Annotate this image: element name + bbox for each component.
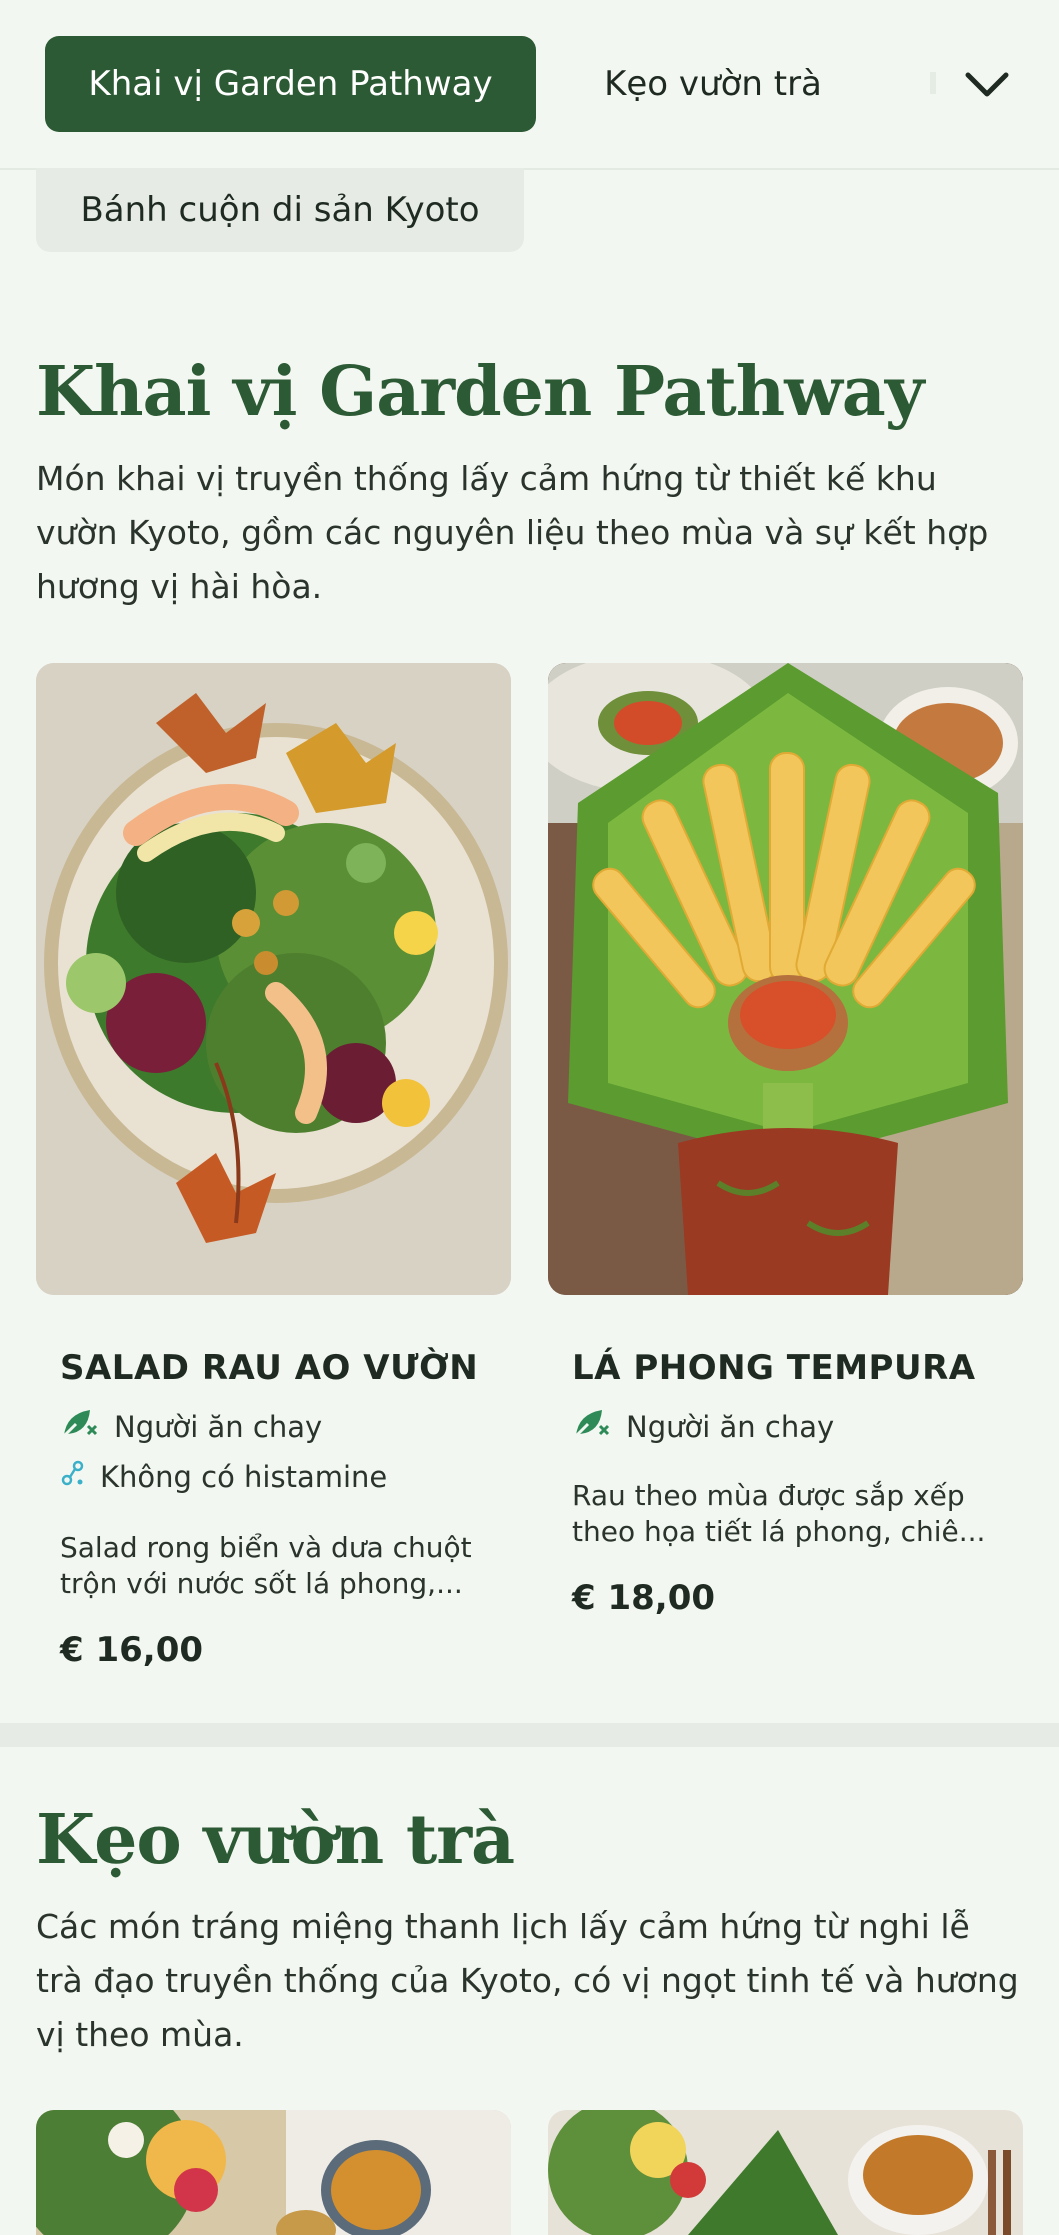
item-name: LÁ PHONG TEMPURA: [572, 1348, 976, 1388]
item-description: Salad rong biển và dưa chuột trộn với nư…: [60, 1531, 472, 1600]
category-nav: Khai vị Garden Pathway Kẹo vườn trà: [0, 0, 1059, 170]
tag-histamine: Không có histamine: [60, 1458, 387, 1495]
tab-banh-cuon[interactable]: Bánh cuộn di sản Kyoto: [36, 168, 524, 252]
section-description: Món khai vị truyền thống lấy cảm hứng từ…: [36, 459, 989, 606]
salad-image[interactable]: [36, 663, 511, 1295]
leaf-cross-icon: [60, 1406, 114, 1447]
item-description: Rau theo mùa được sắp xếp theo họa tiết …: [572, 1479, 986, 1548]
tab-overflow-indicator: [930, 72, 936, 94]
tag-label: Người ăn chay: [626, 1409, 835, 1444]
tag-label: Người ăn chay: [114, 1409, 323, 1444]
section-title: Khai vị Garden Pathway: [36, 352, 924, 432]
dessert-image[interactable]: [36, 2110, 511, 2235]
item-price: € 18,00: [572, 1578, 716, 1618]
tab-keo-vuon-tra[interactable]: Kẹo vườn trà: [568, 36, 858, 132]
tag-label: Không có histamine: [100, 1459, 388, 1494]
molecule-icon: [60, 1458, 100, 1495]
section-divider: [0, 1723, 1059, 1747]
tempura-image[interactable]: [548, 663, 1023, 1295]
dessert-image[interactable]: [548, 2110, 1023, 2235]
section-description: Các món tráng miệng thanh lịch lấy cảm h…: [36, 1907, 1019, 2054]
item-name: SALAD RAU AO VƯỜN: [60, 1348, 479, 1388]
leaf-cross-icon: [572, 1406, 626, 1447]
tag-vegan: Người ăn chay: [572, 1406, 834, 1447]
tab-khai-vi[interactable]: Khai vị Garden Pathway: [45, 36, 536, 132]
chevron-down-icon[interactable]: [962, 60, 1012, 110]
item-price: € 16,00: [60, 1630, 204, 1670]
tag-vegan: Người ăn chay: [60, 1406, 322, 1447]
section-title: Kẹo vườn trà: [36, 1800, 515, 1880]
